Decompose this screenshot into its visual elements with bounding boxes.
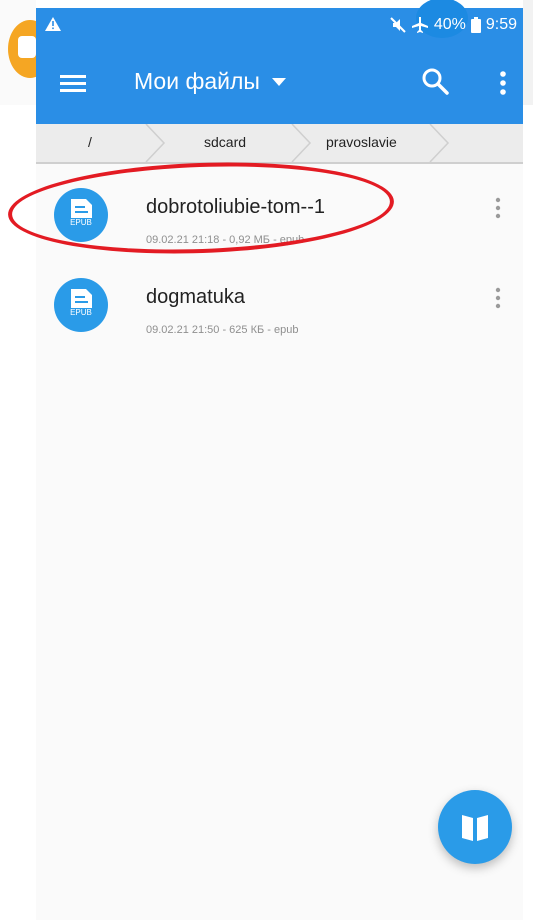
- battery-icon: [470, 17, 481, 33]
- breadcrumb-item-pravoslavie[interactable]: pravoslavie: [326, 134, 397, 150]
- file-row[interactable]: EPUB dogmatuka 09.02.21 21:50 - 625 КБ -…: [36, 264, 523, 354]
- background-app-icon-inner: [18, 36, 36, 58]
- file-manager-screen: 40% 9:59 Мои файлы / sdcard pravoslavie …: [36, 0, 523, 920]
- location-dropdown[interactable]: Мои файлы: [134, 68, 286, 95]
- file-name: dobrotoliubie-tom--1: [146, 196, 325, 218]
- status-time: 9:59: [485, 16, 517, 33]
- app-bar: Мои файлы: [36, 42, 523, 124]
- file-name: dogmatuka: [146, 286, 245, 308]
- file-row[interactable]: EPUB dobrotoliubie-tom--1 09.02.21 21:18…: [36, 174, 523, 264]
- file-meta: 09.02.21 21:18 - 0,92 МБ - epub: [146, 234, 305, 246]
- open-book-fab[interactable]: [438, 790, 512, 864]
- status-bar: 40% 9:59: [36, 0, 523, 42]
- background-right-strip: [523, 0, 533, 920]
- breadcrumb-separator: [429, 124, 450, 162]
- epub-label: EPUB: [70, 218, 92, 227]
- more-vertical-icon[interactable]: [486, 66, 520, 100]
- more-vertical-icon[interactable]: [486, 194, 510, 224]
- epub-file-icon: EPUB: [54, 278, 108, 332]
- dropdown-arrow-icon: [271, 77, 286, 86]
- breadcrumb: / sdcard pravoslavie: [36, 124, 523, 164]
- breadcrumb-item-root[interactable]: /: [88, 134, 92, 150]
- airplane-icon: [411, 17, 428, 33]
- mute-icon: [390, 17, 406, 33]
- breadcrumb-separator: [145, 124, 166, 162]
- search-icon[interactable]: [418, 64, 452, 98]
- background-right-grey: [523, 0, 533, 105]
- breadcrumb-separator: [291, 124, 312, 162]
- file-meta: 09.02.21 21:50 - 625 КБ - epub: [146, 324, 299, 336]
- battery-percent: 40%: [433, 16, 466, 33]
- more-vertical-icon[interactable]: [486, 284, 510, 314]
- warning-triangle-icon: [45, 17, 61, 31]
- epub-file-icon: EPUB: [54, 188, 108, 242]
- open-book-icon: [462, 815, 488, 841]
- hamburger-menu-icon[interactable]: [56, 66, 90, 100]
- epub-label: EPUB: [70, 308, 92, 317]
- breadcrumb-item-sdcard[interactable]: sdcard: [204, 134, 246, 150]
- app-title: Мои файлы: [134, 68, 260, 94]
